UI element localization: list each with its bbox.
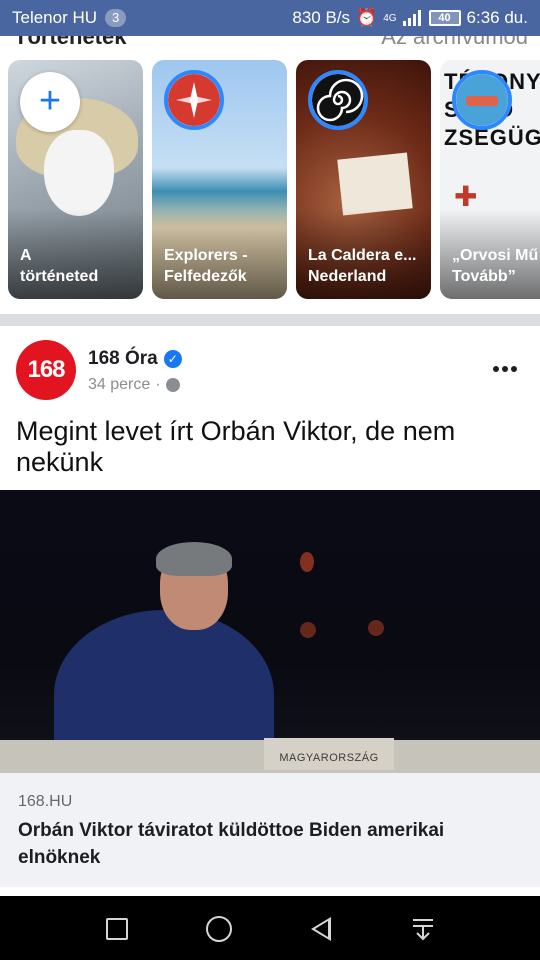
post-header: 168 168 Óra ✓ 34 perce · (0, 338, 540, 408)
alarm-icon: ⏰ (356, 8, 378, 27)
navigation-bar (0, 896, 540, 960)
data-speed: 830 B/s (292, 8, 351, 27)
home-button[interactable] (202, 912, 236, 946)
post-meta: 34 perce · (88, 376, 180, 394)
story-explorers[interactable]: Explorers - Felfedezők (152, 60, 287, 299)
mask-image (44, 130, 114, 216)
battery-icon: 40 (428, 10, 461, 26)
link-title[interactable]: Orbán Viktor táviratot küldöttoe Biden a… (18, 817, 518, 871)
medical-logo-icon (452, 70, 512, 130)
person-hair (156, 542, 232, 576)
story-orvosi[interactable]: TÉNONY SZ AD ZSEGÜGY ✚ „Orvosi Mű Tovább… (440, 60, 540, 299)
back-button[interactable] (304, 912, 338, 946)
network-type: 4G (383, 12, 397, 24)
status-bar: Telenor HU 3 830 B/s ⏰ 4G 40 6:36 du. (0, 0, 540, 36)
compass-logo-icon (164, 70, 224, 130)
plus-icon[interactable]: + (20, 72, 80, 132)
signal-icon (402, 10, 423, 26)
name-plaque: MAGYARORSZÁG (264, 738, 394, 770)
feed-separator (0, 314, 540, 326)
post-time[interactable]: 34 perce (88, 376, 150, 394)
verified-badge-icon: ✓ (163, 350, 182, 368)
story-label: A történeted (20, 247, 99, 285)
story-label: Explorers - Felfedezők (164, 247, 248, 285)
post-text: Megint levet írt Orbán Viktor, de nem ne… (16, 416, 456, 477)
stories-row: + A történeted Explorers - Felfedezők La… (8, 60, 540, 300)
triangle-back-icon (311, 917, 331, 941)
page-name-text[interactable]: 168 Óra (88, 348, 158, 370)
page-avatar[interactable]: 168 (16, 340, 76, 400)
link-domain: 168.HU (18, 793, 73, 810)
story-label: „Orvosi Mű Tovább” (452, 247, 539, 285)
archive-link[interactable]: Az archívumod (381, 36, 528, 50)
post-image[interactable]: MAGYARORSZÁG (0, 490, 540, 773)
notification-count-badge: 3 (105, 9, 127, 27)
spiral-logo-icon (308, 70, 368, 130)
pull-down-icon (411, 917, 435, 941)
more-options-button[interactable] (490, 354, 520, 384)
recent-apps-button[interactable] (100, 912, 134, 946)
page-name[interactable]: 168 Óra ✓ (88, 348, 182, 370)
globe-icon (165, 378, 180, 392)
square-icon (106, 918, 128, 940)
stories-header: Történetek Az archívumod (0, 36, 540, 56)
link-preview[interactable]: 168.HU Orbán Viktor táviratot küldöttoe … (0, 773, 540, 887)
meta-separator: · (155, 376, 161, 393)
story-create[interactable]: + A történeted (8, 60, 143, 299)
story-thumbnail (337, 152, 413, 216)
story-la-caldera[interactable]: La Caldera e... Nederland (296, 60, 431, 299)
carrier-name: Telenor HU (12, 8, 98, 27)
notification-pull-button[interactable] (406, 912, 440, 946)
story-label: La Caldera e... Nederland (308, 247, 417, 285)
stories-title: Történetek (14, 36, 127, 49)
circle-icon (206, 916, 232, 942)
clock-time: 6:36 du. (466, 8, 528, 27)
